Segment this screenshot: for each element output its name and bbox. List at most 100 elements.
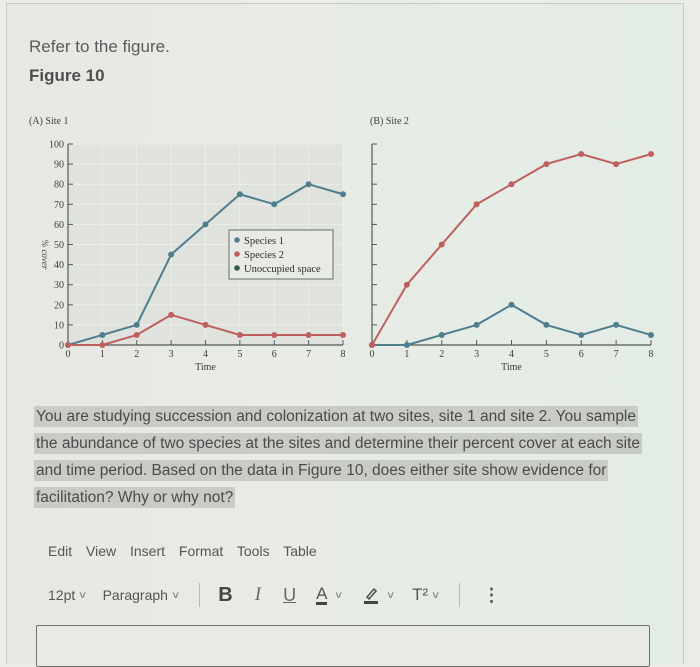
legend-marker [234,251,240,257]
bold-button[interactable]: B [218,584,232,607]
highlighter-icon [363,587,378,604]
data-point [508,181,515,188]
y-tick-label: 50 [54,240,64,251]
toolbar-divider [459,583,461,607]
legend-marker [234,237,240,243]
x-tick-label: 3 [474,349,479,360]
menu-view[interactable]: View [86,543,116,559]
chart-legend: Species 1 Species 2 Unoccupied space [228,229,334,280]
x-tick-label: 8 [341,349,346,360]
x-tick-label: 2 [439,349,444,360]
x-tick-label: 0 [66,349,71,360]
x-tick-label: 7 [614,349,619,360]
series-line-species-1 [372,303,652,346]
italic-button[interactable]: I [255,584,261,606]
data-point [543,321,550,328]
legend-marker [234,265,240,271]
x-tick-label: 7 [306,349,311,360]
question-text-block: You are studying succession and coloniza… [34,403,654,511]
answer-editor[interactable] [36,625,650,667]
data-point [99,331,106,338]
x-axis-label: Time [195,362,216,373]
x-tick-label: 8 [649,349,654,360]
chevron-down-icon: ∨ [170,589,181,601]
x-tick-label: 4 [509,349,514,360]
data-point [403,281,410,288]
menu-edit[interactable]: Edit [48,543,72,559]
data-point [578,151,585,158]
data-point [613,321,620,328]
data-point [369,342,375,348]
editor-toolbar: 12pt ∨ Paragraph ∨ B I U A ∨ ∨ T² ∨ ⋮ [48,582,500,608]
more-options-button[interactable]: ⋮ [482,585,500,606]
data-point [168,251,175,258]
question-text: You are studying succession and coloniza… [34,406,643,508]
highlight-color-button[interactable]: ∨ [363,585,396,605]
data-point [168,311,175,318]
data-point [340,331,346,338]
x-tick-label: 0 [370,349,375,360]
y-tick-label: 20 [54,300,64,311]
data-point [271,331,278,338]
menu-tools[interactable]: Tools [237,543,270,559]
x-tick-label: 5 [544,349,549,360]
data-point [543,161,550,168]
data-point [133,321,140,328]
menu-format[interactable]: Format [179,543,223,559]
data-point [65,342,71,348]
text-color-button[interactable]: A ∨ [316,584,344,605]
menu-table[interactable]: Table [283,543,316,559]
x-tick-label: 1 [100,349,105,360]
chevron-down-icon: ∨ [431,589,441,601]
data-point [473,321,480,328]
y-tick-label: 40 [54,260,64,271]
block-format-select[interactable]: Paragraph ∨ [102,587,181,603]
block-format-value: Paragraph [102,587,168,603]
data-point [202,321,209,328]
text-color-icon: A [316,584,328,605]
chart-site-2: 0 1 2 3 4 5 6 7 8 Time [369,143,654,373]
chevron-down-icon: ∨ [334,589,344,601]
editor-menubar: Edit View Insert Format Tools Table [48,543,327,559]
x-tick-label: 3 [169,349,174,360]
x-tick-label: 5 [237,349,242,360]
y-tick-label: 30 [54,280,64,291]
x-tick-label: 4 [203,349,208,360]
font-size-value: 12pt [48,587,76,603]
x-tick-label: 2 [134,349,139,360]
x-tick-label: 6 [272,349,277,360]
chart-site-1: 0 10 20 30 40 50 60 70 80 90 100 0 1 2 3 4 5 6 7 8 Time % cov… [40,140,346,373]
y-axis-label: % cover [40,240,50,270]
data-point [133,331,140,338]
y-tick-label: 100 [49,140,64,151]
toolbar-divider [199,583,201,607]
data-point [648,331,654,338]
chevron-down-icon: ∨ [385,589,396,601]
chevron-down-icon: ∨ [78,589,88,601]
superscript-button[interactable]: T² ∨ [412,585,441,605]
legend-entry: Unoccupied space [244,264,321,275]
data-point [340,191,346,198]
menu-insert[interactable]: Insert [130,543,165,559]
font-size-select[interactable]: 12pt ∨ [48,587,88,603]
y-tick-label: 80 [54,180,64,191]
data-point [613,161,620,168]
x-tick-label: 1 [404,349,409,360]
legend-entry: Species 2 [244,250,284,261]
data-point [438,241,445,248]
data-point [202,221,209,228]
data-point [271,201,278,208]
data-point [473,201,480,208]
data-point [305,331,312,338]
y-tick-label: 90 [54,160,64,171]
y-tick-label: 60 [54,220,64,231]
data-point [236,191,243,198]
x-tick-label: 6 [579,349,584,360]
y-tick-label: 70 [54,200,64,211]
figure-10-charts: 01020304050607080901000 1 2 3 4 5 6 7 8Time% cov… [40,140,654,373]
y-tick-label: 0 [59,341,64,352]
superscript-icon: T² [412,585,429,604]
underline-button[interactable]: U [283,585,296,606]
data-point [99,342,106,348]
data-point [578,331,585,338]
